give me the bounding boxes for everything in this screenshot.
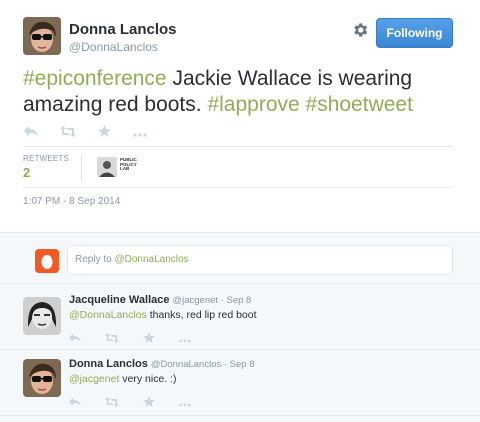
retweeter-avatar-logo[interactable]: PUBLIC POLICY LAB	[119, 157, 139, 177]
reply-actions	[69, 330, 215, 348]
gear-icon[interactable]	[351, 21, 369, 39]
retweeter-logo-text: PUBLIC POLICY LAB	[120, 157, 137, 172]
reply-input[interactable]: Reply to @DonnaLanclos	[67, 245, 453, 275]
hashtag-link[interactable]: #epiconference	[23, 67, 167, 90]
retweet-icon[interactable]	[105, 394, 119, 412]
retweet-icon[interactable]	[105, 330, 119, 348]
retweets-count[interactable]: 2	[23, 165, 30, 180]
hashtag-link[interactable]: #lapprove	[207, 93, 299, 116]
reply-tweet[interactable]: Donna Lanclos @DonnaLanclos · Sep 8 @jacg…	[0, 350, 480, 416]
more-icon[interactable]	[133, 124, 147, 142]
main-tweet: Donna Lanclos @DonnaLanclos Following #e…	[0, 0, 480, 232]
more-icon[interactable]	[179, 394, 191, 412]
author-avatar[interactable]	[23, 17, 61, 55]
reply-text: @jacgenet very nice. :)	[69, 373, 177, 385]
stats-divider	[81, 155, 82, 181]
tweet-stats: RETWEETS 2 PUBLIC POLICY LAB	[23, 146, 453, 188]
reply-author-name-text[interactable]: Donna Lanclos	[69, 358, 148, 370]
reply-placeholder-prefix: Reply to	[75, 254, 115, 265]
reply-author-name: Jacqueline Wallace @jacgenet · Sep 8	[69, 294, 251, 306]
reply-meta[interactable]: @DonnaLanclos · Sep 8	[151, 359, 255, 370]
reply-author-avatar[interactable]	[23, 359, 61, 397]
favorite-icon[interactable]	[143, 330, 155, 348]
reply-author-name-text[interactable]: Jacqueline Wallace	[69, 294, 169, 306]
reply-composer: Reply to @DonnaLanclos	[0, 232, 480, 284]
reply-actions	[69, 394, 215, 412]
reply-meta[interactable]: @jacgenet · Sep 8	[172, 295, 251, 306]
reply-text-body: very nice. :)	[119, 373, 177, 385]
hashtag-link[interactable]: #shoetweet	[306, 93, 413, 116]
tweet-timestamp[interactable]: 1:07 PM - 8 Sep 2014	[23, 196, 120, 207]
reply-mention[interactable]: @jacgenet	[69, 373, 119, 385]
reply-icon[interactable]	[69, 330, 81, 348]
reply-mention[interactable]: @DonnaLanclos	[69, 309, 147, 321]
retweet-icon[interactable]	[60, 124, 76, 142]
more-icon[interactable]	[179, 330, 191, 348]
reply-author-name: Donna Lanclos @DonnaLanclos · Sep 8	[69, 358, 255, 370]
reply-text: @DonnaLanclos thanks, red lip red boot	[69, 309, 257, 321]
reply-author-avatar[interactable]	[23, 297, 61, 335]
retweets-label: RETWEETS	[23, 154, 70, 163]
favorite-icon[interactable]	[143, 394, 155, 412]
tweet-actions	[24, 124, 169, 142]
reply-text-body: thanks, red lip red boot	[146, 309, 257, 321]
retweeter-avatar[interactable]	[97, 157, 117, 177]
favorite-icon[interactable]	[98, 124, 111, 142]
reply-placeholder-mention: @DonnaLanclos	[114, 254, 189, 265]
reply-icon[interactable]	[69, 394, 81, 412]
bottom-strip	[0, 416, 480, 422]
following-button[interactable]: Following	[376, 18, 453, 48]
tweet-text: #epiconference Jackie Wallace is wearing…	[23, 66, 463, 118]
author-name[interactable]: Donna Lanclos	[69, 21, 177, 38]
current-user-avatar	[35, 249, 59, 273]
author-handle[interactable]: @DonnaLanclos	[69, 40, 158, 54]
reply-tweet[interactable]: Jacqueline Wallace @jacgenet · Sep 8 @Don…	[0, 284, 480, 350]
reply-icon[interactable]	[24, 124, 38, 142]
